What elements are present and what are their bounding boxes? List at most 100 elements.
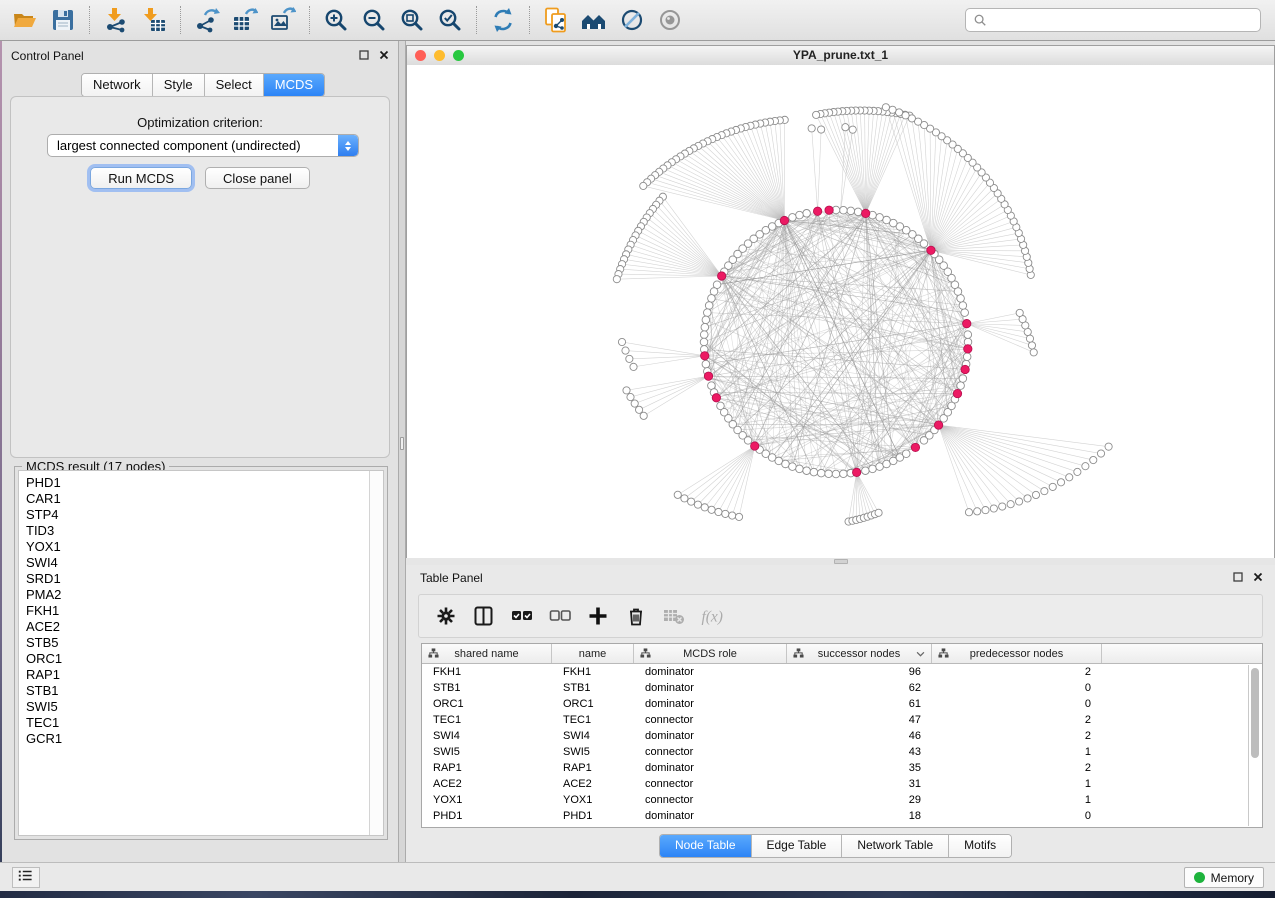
float-icon[interactable]: [1233, 572, 1243, 582]
cell-predecessor-nodes: 1: [932, 744, 1102, 760]
table-scrollbar-thumb[interactable]: [1251, 668, 1259, 758]
search-input[interactable]: [991, 12, 1253, 28]
export-network-button[interactable]: [191, 4, 223, 36]
mcds-result-item[interactable]: ORC1: [19, 651, 383, 667]
tab-style[interactable]: Style: [153, 74, 205, 96]
table-row[interactable]: YOX1YOX1connector291: [422, 792, 1262, 808]
task-history-button[interactable]: [12, 867, 40, 888]
zoom-in-button[interactable]: [320, 4, 352, 36]
tab-mcds[interactable]: MCDS: [264, 74, 324, 96]
mcds-result-item[interactable]: RAP1: [19, 667, 383, 683]
table-row[interactable]: ORC1ORC1dominator610: [422, 696, 1262, 712]
zoom-selected-button[interactable]: [434, 4, 466, 36]
main-toolbar: [0, 0, 1275, 41]
mcds-result-item[interactable]: SRD1: [19, 571, 383, 587]
splitter-grip[interactable]: [400, 437, 404, 450]
column-header-successor-nodes[interactable]: successor nodes: [787, 644, 932, 663]
tab-select[interactable]: Select: [205, 74, 264, 96]
mcds-result-item[interactable]: STB5: [19, 635, 383, 651]
tab-edge-table[interactable]: Edge Table: [752, 835, 843, 857]
search-box[interactable]: [965, 8, 1261, 32]
table-row[interactable]: SWI5SWI5connector431: [422, 744, 1262, 760]
table-row[interactable]: TEC1TEC1connector472: [422, 712, 1262, 728]
column-header-shared-name[interactable]: shared name: [422, 644, 552, 663]
mcds-result-item[interactable]: ACE2: [19, 619, 383, 635]
cell-name: PHD1: [552, 808, 634, 824]
select-all-button[interactable]: [509, 603, 535, 629]
zoom-selected-icon: [437, 7, 463, 33]
column-header-name[interactable]: name: [552, 644, 634, 663]
tab-network-table[interactable]: Network Table: [842, 835, 949, 857]
graphics-details-button[interactable]: [616, 4, 648, 36]
save-session-button[interactable]: [47, 4, 79, 36]
mcds-result-item[interactable]: TEC1: [19, 715, 383, 731]
mcds-result-list[interactable]: PHD1CAR1STP4TID3YOX1SWI4SRD1PMA2FKH1ACE2…: [18, 470, 384, 836]
mcds-result-item[interactable]: STB1: [19, 683, 383, 699]
settings-gear-button[interactable]: [433, 603, 459, 629]
zoom-out-button[interactable]: [358, 4, 390, 36]
table-row[interactable]: PHD1PHD1dominator180: [422, 808, 1262, 824]
table-row[interactable]: STB1STB1dominator620: [422, 680, 1262, 696]
memory-button[interactable]: Memory: [1184, 867, 1264, 888]
mcds-result-item[interactable]: FKH1: [19, 603, 383, 619]
export-image-icon: [270, 7, 296, 33]
close-panel-button[interactable]: Close panel: [205, 167, 310, 189]
table-row[interactable]: ACE2ACE2connector311: [422, 776, 1262, 792]
table-row[interactable]: FKH1FKH1dominator962: [422, 664, 1262, 680]
float-icon[interactable]: [359, 50, 369, 60]
criterion-select[interactable]: largest connected component (undirected): [47, 134, 359, 157]
desktop-wallpaper-bottom: [0, 891, 1275, 898]
column-header-label: name: [579, 648, 607, 660]
mcds-result-item[interactable]: PMA2: [19, 587, 383, 603]
import-network-button[interactable]: [100, 4, 132, 36]
splitter-grip-h[interactable]: [834, 559, 848, 564]
cell-mcds-role: dominator: [634, 664, 787, 680]
mcds-list-scrollbar[interactable]: [369, 471, 383, 835]
network-canvas[interactable]: [407, 65, 1274, 558]
mcds-result-item[interactable]: GCR1: [19, 731, 383, 747]
cell-successor-nodes: 35: [787, 760, 932, 776]
first-neighbors-button[interactable]: [578, 4, 610, 36]
export-table-button[interactable]: [229, 4, 261, 36]
tab-network[interactable]: Network: [82, 74, 153, 96]
node-table: shared name name MCDS rolesuccessor nodesp…: [421, 643, 1263, 828]
mcds-result-item[interactable]: CAR1: [19, 491, 383, 507]
column-header-mcds-role[interactable]: MCDS role: [634, 644, 787, 663]
vertical-splitter[interactable]: [398, 41, 406, 862]
mcds-result-item[interactable]: STP4: [19, 507, 383, 523]
run-mcds-button[interactable]: Run MCDS: [90, 167, 192, 189]
show-columns-button[interactable]: [471, 603, 497, 629]
cell-predecessor-nodes: 1: [932, 792, 1102, 808]
mcds-result-item[interactable]: SWI5: [19, 699, 383, 715]
new-column-button[interactable]: [585, 603, 611, 629]
tab-motifs[interactable]: Motifs: [949, 835, 1011, 857]
delete-column-button[interactable]: [623, 603, 649, 629]
open-session-button[interactable]: [9, 4, 41, 36]
mcds-result-item[interactable]: PHD1: [19, 475, 383, 491]
table-row[interactable]: SWI4SWI4dominator462: [422, 728, 1262, 744]
deselect-all-button[interactable]: [547, 603, 573, 629]
apply-layout-button[interactable]: [487, 4, 519, 36]
cell-shared-name: FKH1: [422, 664, 552, 680]
toolbar-separator: [180, 6, 181, 34]
mcds-result-item[interactable]: TID3: [19, 523, 383, 539]
zoom-fit-button[interactable]: [396, 4, 428, 36]
cell-predecessor-nodes: 1: [932, 776, 1102, 792]
network-graph[interactable]: [407, 65, 1274, 558]
table-scrollbar[interactable]: [1248, 665, 1261, 826]
export-image-button[interactable]: [267, 4, 299, 36]
mcds-result-item[interactable]: YOX1: [19, 539, 383, 555]
network-from-selection-button[interactable]: [540, 4, 572, 36]
table-row[interactable]: RAP1RAP1dominator352: [422, 760, 1262, 776]
network-from-selection-icon: [543, 7, 569, 33]
show-hide-icon: [657, 7, 683, 33]
close-icon[interactable]: [379, 50, 389, 60]
import-table-button[interactable]: [138, 4, 170, 36]
close-icon[interactable]: [1253, 572, 1263, 582]
mcds-result-item[interactable]: SWI4: [19, 555, 383, 571]
tab-node-table[interactable]: Node Table: [660, 835, 752, 857]
sort-chevron-icon[interactable]: [916, 651, 925, 657]
column-header-predecessor-nodes[interactable]: predecessor nodes: [932, 644, 1102, 663]
horizontal-splitter[interactable]: [406, 558, 1275, 565]
network-window-title: YPA_prune.txt_1: [407, 48, 1274, 62]
